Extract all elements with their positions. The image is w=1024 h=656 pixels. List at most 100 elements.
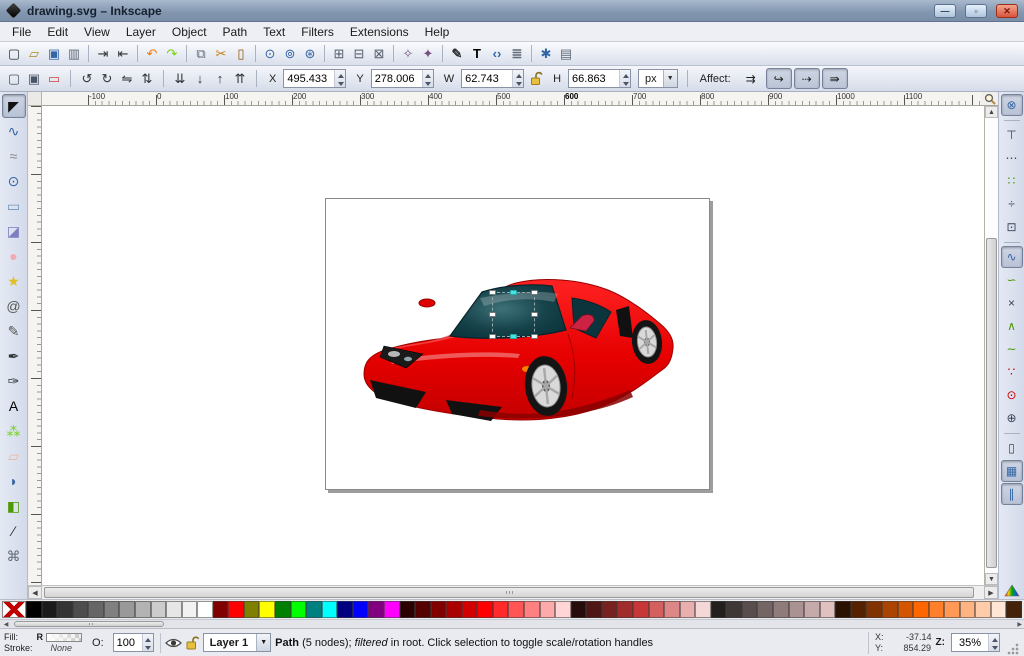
affect-corners-icon[interactable]: ↪ (766, 68, 792, 89)
fill-swatch[interactable] (46, 633, 82, 642)
rotate-cw-icon[interactable]: ↻ (97, 69, 117, 89)
palette-swatch[interactable] (602, 601, 618, 618)
selection-handle[interactable] (489, 290, 496, 295)
palette-swatch[interactable] (586, 601, 602, 618)
palette-swatch[interactable] (1006, 601, 1022, 618)
selection-handle[interactable] (531, 290, 538, 295)
scroll-up-icon[interactable]: ▲ (985, 106, 998, 118)
lower-to-bottom-icon[interactable]: ⇊ (170, 69, 190, 89)
create-clone-icon[interactable]: ⊟ (349, 44, 369, 64)
w-spinner[interactable] (512, 70, 523, 87)
menu-item[interactable]: Object (164, 23, 215, 41)
undo-icon[interactable]: ↶ (142, 44, 162, 64)
palette-swatch[interactable] (633, 601, 649, 618)
snap-object-centers-icon[interactable]: ⊙ (1001, 384, 1023, 406)
snap-bbox-midpoints-icon[interactable]: ÷ (1001, 193, 1023, 215)
palette-swatch[interactable] (322, 601, 338, 618)
print-icon[interactable]: ▥ (64, 44, 84, 64)
palette-scrollbar[interactable]: ◀ ▶ (0, 619, 1024, 628)
opacity-spinner[interactable] (142, 634, 153, 651)
copy-icon[interactable]: ⧉ (191, 44, 211, 64)
palette-swatch[interactable] (104, 601, 120, 618)
palette-scroll-thumb[interactable] (14, 621, 164, 627)
palette-swatch[interactable] (415, 601, 431, 618)
palette-swatch[interactable] (804, 601, 820, 618)
dropper-tool[interactable]: ∕ (2, 519, 26, 543)
open-document-icon[interactable]: ▱ (24, 44, 44, 64)
lower-icon[interactable]: ↓ (190, 69, 210, 89)
palette-swatch[interactable] (649, 601, 665, 618)
paint-bucket-tool[interactable]: ◗ (2, 469, 26, 493)
palette-swatch[interactable] (337, 601, 353, 618)
duplicate-icon[interactable]: ⊞ (329, 44, 349, 64)
palette-swatch[interactable] (913, 601, 929, 618)
tweak-tool[interactable]: ≈ (2, 144, 26, 168)
palette-swatch[interactable] (259, 601, 275, 618)
palette-swatch[interactable] (835, 601, 851, 618)
palette-swatch[interactable] (213, 601, 229, 618)
gradient-tool[interactable]: ◧ (2, 494, 26, 518)
palette-swatch[interactable] (617, 601, 633, 618)
connector-tool[interactable]: ⌘ (2, 544, 26, 568)
calligraphy-tool[interactable]: ✑ (2, 369, 26, 393)
y-input[interactable] (372, 70, 422, 87)
lock-ratio-icon[interactable] (530, 71, 543, 86)
cut-icon[interactable]: ✂ (211, 44, 231, 64)
group-icon[interactable]: ✧ (398, 44, 418, 64)
affect-gradients-icon[interactable]: ⇢ (794, 68, 820, 89)
snap-smooth-nodes-icon[interactable]: ∼ (1001, 338, 1023, 360)
snap-enable-icon[interactable]: ⊗ (1001, 94, 1023, 116)
snap-bbox-corners-icon[interactable]: ∷ (1001, 170, 1023, 192)
palette-swatch[interactable] (929, 601, 945, 618)
palette-swatch[interactable] (151, 601, 167, 618)
palette-swatch[interactable] (119, 601, 135, 618)
menu-item[interactable]: File (4, 23, 39, 41)
save-document-icon[interactable]: ▣ (44, 44, 64, 64)
snap-intersections-icon[interactable]: × (1001, 292, 1023, 314)
selection-handle[interactable] (489, 312, 496, 317)
minimize-button[interactable]: — (934, 4, 956, 18)
palette-swatch[interactable] (664, 601, 680, 618)
snap-bbox-icon[interactable]: ⊤ (1001, 124, 1023, 146)
palette-swatch[interactable] (73, 601, 89, 618)
fill-stroke-dialog-icon[interactable]: ✎ (447, 44, 467, 64)
document-properties-icon[interactable]: ▤ (556, 44, 576, 64)
vertical-scrollbar[interactable]: ▲ ▼ (984, 106, 998, 585)
unit-select[interactable]: px▼ (638, 69, 678, 88)
chevron-down-icon[interactable]: ▼ (663, 70, 677, 87)
scroll-down-icon[interactable]: ▼ (985, 573, 998, 585)
raise-icon[interactable]: ↑ (210, 69, 230, 89)
palette-swatch[interactable] (368, 601, 384, 618)
palette-swatch[interactable] (384, 601, 400, 618)
palette-swatch[interactable] (944, 601, 960, 618)
x-spinner[interactable] (334, 70, 345, 87)
menu-item[interactable]: Path (215, 23, 256, 41)
eraser-tool[interactable]: ▱ (2, 444, 26, 468)
zoom-selection-icon[interactable]: ⊙ (260, 44, 280, 64)
maximize-button[interactable]: ▫ (965, 4, 987, 18)
select-all-icon[interactable]: ▢ (4, 69, 24, 89)
palette-swatch[interactable] (757, 601, 773, 618)
unlink-clone-icon[interactable]: ⊠ (369, 44, 389, 64)
width-input[interactable] (462, 70, 512, 87)
titlebar[interactable]: drawing.svg – Inkscape — ▫ ✕ (0, 0, 1024, 22)
palette-swatch[interactable] (508, 601, 524, 618)
palette-swatch[interactable] (742, 601, 758, 618)
rotate-ccw-icon[interactable]: ↺ (77, 69, 97, 89)
chevron-down-icon[interactable]: ▼ (256, 634, 270, 651)
palette-swatch[interactable] (166, 601, 182, 618)
opacity-input[interactable] (114, 634, 142, 651)
flip-vertical-icon[interactable]: ⇅ (137, 69, 157, 89)
palette-swatch[interactable] (182, 601, 198, 618)
box3d-tool[interactable]: ◪ (2, 219, 26, 243)
palette-swatch[interactable] (820, 601, 836, 618)
snap-midpoints-icon[interactable]: ∵ (1001, 361, 1023, 383)
palette-swatch[interactable] (493, 601, 509, 618)
scroll-left-icon[interactable]: ◀ (28, 586, 42, 599)
x-input[interactable] (284, 70, 334, 87)
layer-visibility-toggle[interactable] (165, 637, 182, 649)
palette-swatch[interactable] (275, 601, 291, 618)
layer-select[interactable]: Layer 1 ▼ (203, 633, 272, 652)
color-wheel-icon[interactable] (1004, 584, 1020, 597)
select-all-layers-icon[interactable]: ▣ (24, 69, 44, 89)
